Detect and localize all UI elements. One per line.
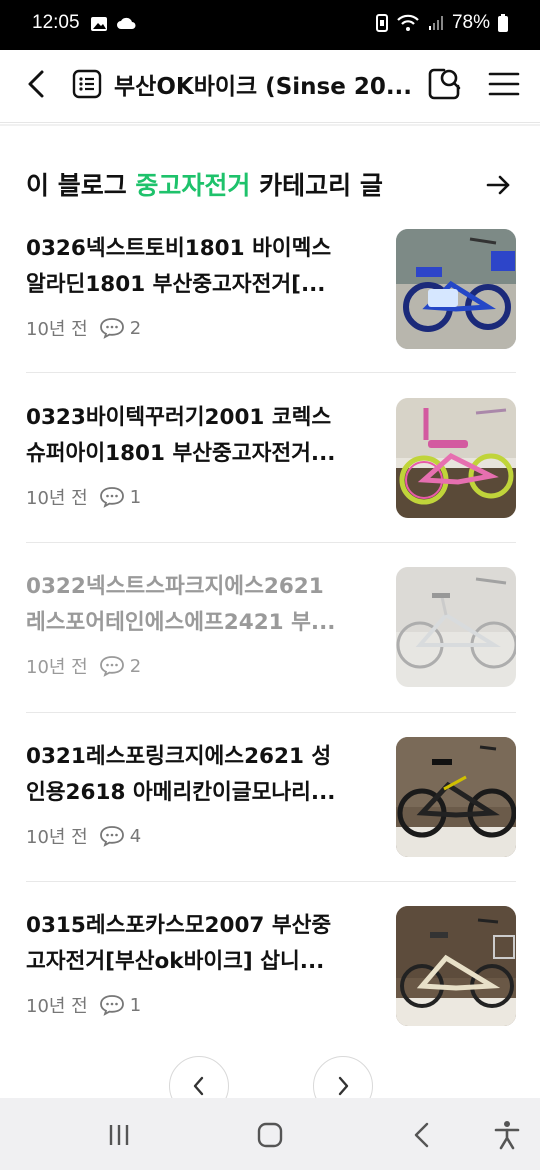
status-bar: 12:05 78%: [0, 0, 540, 50]
back-icon: [414, 1122, 429, 1148]
heading-suffix: 카테고리 글: [250, 171, 383, 200]
post-title-line: 0323바이텍꾸러기2001 코렉스: [26, 405, 332, 430]
home-icon: [257, 1122, 283, 1148]
heading-prefix: 이 블로그: [26, 171, 136, 200]
menu-icon: [488, 72, 520, 96]
status-right: 78%: [375, 12, 508, 34]
post-time: 10년 전: [26, 657, 88, 678]
comment-count: 1: [129, 486, 142, 508]
post-time: 10년 전: [26, 996, 88, 1017]
post-item[interactable]: 0326넥스트토비1801 바이멕스 알라딘1801 부산중고자전거[... 1…: [26, 229, 516, 349]
post-item[interactable]: 0321레스포링크지에스2621 성 인용2618 아메리칸이글모나리... 1…: [26, 737, 516, 857]
comment-icon: [99, 995, 124, 1016]
cloud-icon: [117, 17, 136, 29]
notification-icons: [90, 15, 136, 33]
accessibility-icon: [494, 1121, 520, 1150]
category-more-button[interactable]: [484, 170, 514, 200]
recent-apps-icon: [109, 1125, 129, 1145]
post-title[interactable]: 0326넥스트토비1801 바이멕스 알라딘1801 부산중고자전거[...: [26, 231, 364, 303]
comment-count: 4: [129, 825, 142, 847]
post-separator: [26, 881, 516, 882]
nfc-icon: [375, 14, 388, 32]
recent-apps-button[interactable]: [102, 1118, 136, 1152]
post-thumbnail[interactable]: [396, 567, 516, 687]
comment-count: 2: [129, 655, 142, 677]
post-title[interactable]: 0321레스포링크지에스2621 성 인용2618 아메리칸이글모나리...: [26, 739, 364, 811]
comment-icon: [99, 826, 124, 847]
post-title-line: 0315레스포카스모2007 부산중: [26, 913, 332, 938]
post-separator: [26, 712, 516, 713]
back-button[interactable]: [18, 64, 58, 104]
cream-bike-photo: [396, 906, 516, 1026]
blog-list-icon[interactable]: [72, 69, 102, 99]
battery-icon: [498, 14, 508, 32]
post-item[interactable]: 0323바이텍꾸러기2001 코렉스 슈퍼아이1801 부산중고자전거... 1…: [26, 398, 516, 518]
post-title-line: 0322넥스트스파크지에스2621: [26, 574, 324, 599]
post-title-line: 0321레스포링크지에스2621 성: [26, 744, 332, 769]
post-meta: 10년 전 4: [26, 823, 141, 849]
blue-kids-bike-photo: [396, 229, 516, 349]
accessibility-button[interactable]: [490, 1118, 524, 1152]
post-time: 10년 전: [26, 488, 88, 509]
post-title[interactable]: 0323바이텍꾸러기2001 코렉스 슈퍼아이1801 부산중고자전거...: [26, 400, 364, 472]
post-thumbnail[interactable]: [396, 737, 516, 857]
status-time: 12:05: [32, 12, 80, 33]
blog-title[interactable]: 부산OK바이크 (Sinse 20...: [114, 67, 414, 101]
gallery-icon: [91, 17, 107, 31]
comment-icon: [99, 318, 124, 339]
post-title-line: 인용2618 아메리칸이글모나리...: [26, 780, 336, 805]
post-title[interactable]: 0322넥스트스파크지에스2621 레스포어테인에스에프2421 부...: [26, 569, 364, 641]
system-back-button[interactable]: [405, 1118, 439, 1152]
post-meta: 10년 전 1: [26, 992, 141, 1018]
comment-icon: [99, 656, 124, 677]
post-time: 10년 전: [26, 319, 88, 340]
chevron-left-icon: [193, 1076, 204, 1096]
comment-icon: [99, 487, 124, 508]
post-thumbnail[interactable]: [396, 229, 516, 349]
home-button[interactable]: [253, 1118, 287, 1152]
chevron-right-icon: [338, 1076, 349, 1096]
post-title-line: 0326넥스트토비1801 바이멕스: [26, 236, 332, 261]
post-separator: [26, 542, 516, 543]
comment-count: 1: [129, 994, 142, 1016]
black-folding-bike-photo: [396, 737, 516, 857]
search-icon: [428, 68, 461, 100]
pink-kids-bike-photo: [396, 398, 516, 518]
silver-bike-photo: [396, 567, 516, 687]
menu-button[interactable]: [484, 64, 524, 104]
arrow-right-icon: [486, 175, 510, 195]
post-thumbnail[interactable]: [396, 398, 516, 518]
wifi-icon: [397, 14, 419, 31]
post-meta: 10년 전 2: [26, 653, 141, 679]
heading-category: 중고자전거: [135, 171, 251, 200]
post-separator: [26, 372, 516, 373]
post-item[interactable]: 0315레스포카스모2007 부산중 고자전거[부산ok바이크] 삽니... 1…: [26, 906, 516, 1026]
post-meta: 10년 전 2: [26, 315, 141, 341]
post-thumbnail[interactable]: [396, 906, 516, 1026]
post-time: 10년 전: [26, 827, 88, 848]
back-arrow-icon: [28, 70, 44, 98]
post-title-line: 알라딘1801 부산중고자전거[...: [26, 272, 326, 297]
battery-percent: 78%: [451, 12, 490, 33]
post-title[interactable]: 0315레스포카스모2007 부산중 고자전거[부산ok바이크] 삽니...: [26, 908, 364, 980]
post-meta: 10년 전 1: [26, 484, 141, 510]
comment-count: 2: [129, 317, 142, 339]
signal-icon: [428, 16, 443, 30]
category-heading: 이 블로그 중고자전거 카테고리 글: [26, 166, 383, 202]
header-divider: [0, 124, 540, 126]
system-nav-bar: [0, 1098, 540, 1170]
app-header: 부산OK바이크 (Sinse 20...: [0, 50, 540, 123]
post-title-line: 고자전거[부산ok바이크] 삽니...: [26, 949, 325, 974]
search-button[interactable]: [424, 64, 464, 104]
post-title-line: 슈퍼아이1801 부산중고자전거...: [26, 441, 336, 466]
post-item-visited[interactable]: 0322넥스트스파크지에스2621 레스포어테인에스에프2421 부... 10…: [26, 567, 516, 687]
post-title-line: 레스포어테인에스에프2421 부...: [26, 610, 336, 635]
